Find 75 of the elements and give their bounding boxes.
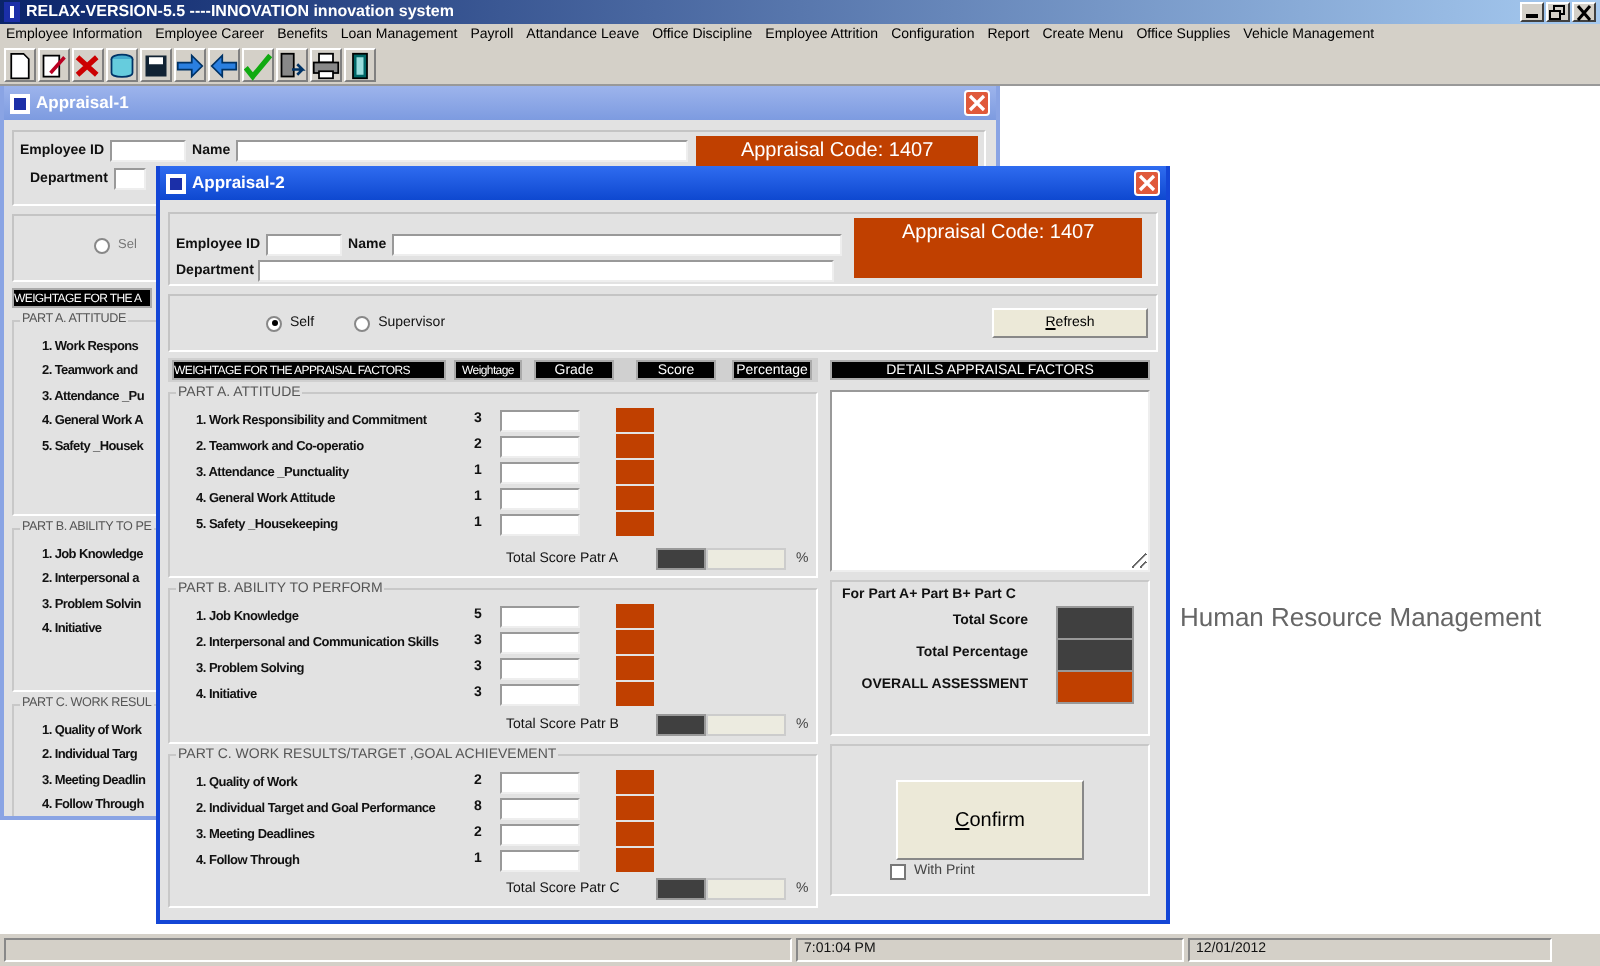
score-indicator [616, 656, 654, 681]
window-icon [10, 93, 30, 113]
database-icon [108, 49, 136, 81]
percentage-field [706, 714, 786, 736]
back-arrow-icon [210, 49, 238, 81]
window-title: Appraisal-1 [36, 93, 129, 113]
score-indicator [616, 682, 654, 707]
exit-door-button[interactable] [344, 48, 376, 82]
app-title: RELAX-VERSION-5.5 ----INNOVATION innovation system [26, 3, 454, 21]
close-icon [1574, 3, 1594, 21]
minimize-icon [1526, 14, 1538, 18]
exit-door-icon [346, 49, 374, 81]
total-score-field [656, 878, 706, 900]
save-button[interactable] [140, 48, 172, 82]
back-arrow-button[interactable] [208, 48, 240, 82]
input-field[interactable] [113, 168, 146, 190]
grade-field[interactable] [500, 771, 580, 794]
score-indicator [616, 770, 654, 795]
export-button[interactable] [276, 48, 308, 82]
appraisal-code-banner: Appraisal Code: 1407 [854, 218, 1143, 278]
grade-field[interactable] [500, 435, 580, 458]
grade-field[interactable] [500, 683, 580, 706]
new-document-icon [6, 49, 34, 81]
app-icon [4, 2, 20, 22]
score-indicator [616, 434, 654, 459]
score-indicator [616, 486, 654, 511]
input-field[interactable] [236, 140, 689, 162]
close-icon [968, 94, 986, 112]
score-indicator [616, 604, 654, 629]
grade-field[interactable] [500, 513, 580, 536]
score-indicator [616, 630, 654, 655]
printer-button[interactable] [310, 48, 342, 82]
score-indicator [616, 512, 654, 537]
grade-field[interactable] [500, 631, 580, 654]
grade-field[interactable] [500, 409, 580, 432]
input-field[interactable] [266, 234, 343, 256]
restore-icon [1548, 3, 1568, 21]
minimize-button[interactable] [1520, 2, 1544, 22]
new-document-button[interactable] [4, 48, 36, 82]
total-score-field [656, 548, 706, 570]
input-field[interactable] [392, 234, 843, 256]
input-field[interactable] [110, 140, 187, 162]
score-indicator [616, 796, 654, 821]
export-icon [278, 49, 306, 81]
checkmark-button[interactable] [242, 48, 274, 82]
grade-field[interactable] [500, 849, 580, 872]
close-button[interactable] [1572, 2, 1596, 22]
printer-icon [312, 49, 340, 81]
window-title: Appraisal-2 [192, 173, 285, 193]
edit-document-button[interactable] [38, 48, 70, 82]
score-indicator [616, 848, 654, 873]
percentage-field [706, 548, 786, 570]
percentage-field [706, 878, 786, 900]
grade-field[interactable] [500, 487, 580, 510]
delete-button[interactable] [72, 48, 104, 82]
forward-arrow-icon [176, 49, 204, 81]
confirm-button[interactable]: Confirm [896, 780, 1084, 860]
edit-document-icon [40, 49, 68, 81]
forward-arrow-button[interactable] [174, 48, 206, 82]
restore-button[interactable] [1546, 2, 1570, 22]
database-button[interactable] [106, 48, 138, 82]
score-indicator [616, 408, 654, 433]
grade-field[interactable] [500, 605, 580, 628]
checkmark-icon [244, 49, 272, 81]
score-indicator [616, 460, 654, 485]
grade-field[interactable] [500, 657, 580, 680]
grade-field[interactable] [500, 823, 580, 846]
total-score-field [656, 714, 706, 736]
grade-field[interactable] [500, 797, 580, 820]
close-icon [1138, 174, 1156, 192]
window-icon [166, 173, 186, 193]
grade-field[interactable] [500, 461, 580, 484]
input-field[interactable] [257, 260, 834, 282]
score-indicator [616, 822, 654, 847]
desktop-caption: Human Resource Management [1180, 604, 1542, 633]
